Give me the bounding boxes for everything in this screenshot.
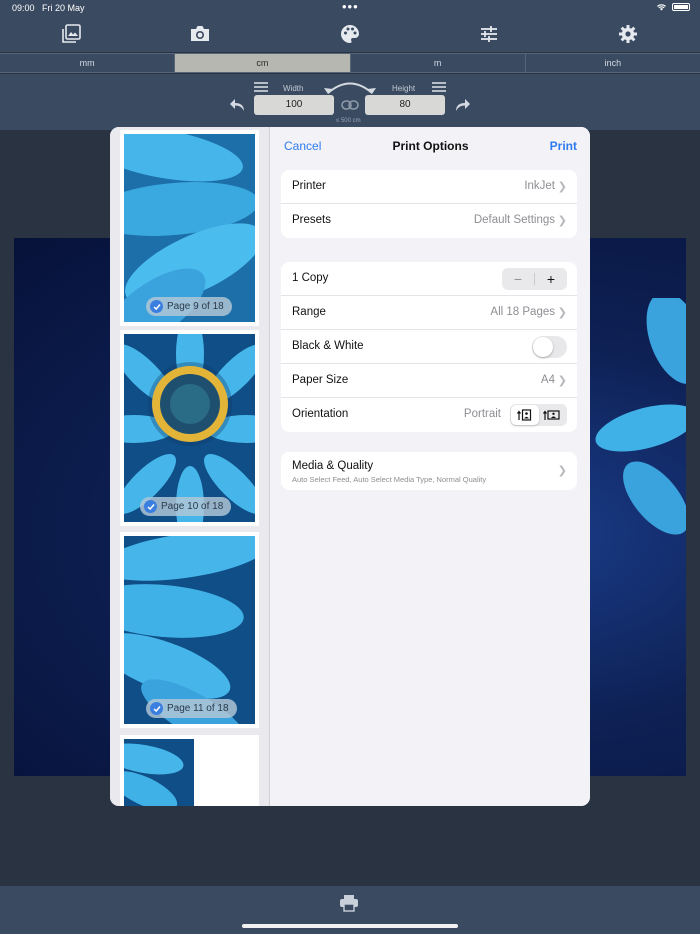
wifi-icon bbox=[657, 4, 666, 11]
range-row[interactable]: Range All 18 Pages ❯ bbox=[281, 296, 577, 330]
page-badge: Page 10 of 18 bbox=[140, 497, 232, 516]
decrement-button[interactable]: − bbox=[502, 268, 534, 290]
page-thumbnail[interactable]: Page 10 of 18 bbox=[120, 330, 259, 526]
page-badge: Page 11 of 18 bbox=[146, 699, 237, 718]
status-time: 09:00 bbox=[12, 3, 35, 13]
black-white-row: Black & White bbox=[281, 330, 577, 364]
checkmark-icon bbox=[150, 702, 163, 715]
black-white-toggle[interactable] bbox=[532, 336, 567, 358]
settings-group: 1 Copy − + Range All 18 Pages ❯ Black & … bbox=[281, 262, 577, 432]
dialog-nav-bar: Print Options Cancel Print bbox=[271, 127, 590, 165]
orientation-row: Orientation Portrait bbox=[281, 398, 577, 432]
height-field[interactable]: 80 bbox=[365, 95, 445, 115]
presets-row[interactable]: Presets Default Settings ❯ bbox=[281, 204, 577, 238]
status-bar: 09:00 Fri 20 May ••• bbox=[0, 0, 700, 16]
copies-label: 1 Copy bbox=[292, 272, 329, 284]
printer-icon[interactable] bbox=[339, 894, 359, 912]
top-toolbar bbox=[0, 16, 700, 52]
printer-group: Printer InkJet ❯ Presets Default Setting… bbox=[281, 170, 577, 238]
copies-stepper: − + bbox=[502, 268, 567, 290]
printer-label: Printer bbox=[292, 180, 326, 192]
chevron-right-icon: ❯ bbox=[557, 465, 567, 477]
printer-row[interactable]: Printer InkJet ❯ bbox=[281, 170, 577, 204]
range-label: Range bbox=[292, 306, 326, 318]
redo-icon[interactable] bbox=[453, 96, 471, 114]
checkmark-icon bbox=[150, 300, 163, 313]
width-field[interactable]: 100 bbox=[254, 95, 334, 115]
gear-icon[interactable] bbox=[616, 22, 640, 46]
flower-petals-image bbox=[595, 298, 686, 535]
print-button[interactable]: Print bbox=[550, 139, 577, 153]
media-group: Media & Quality Auto Select Feed, Auto S… bbox=[281, 452, 577, 490]
page-10-image: Page 10 of 18 bbox=[124, 334, 255, 522]
portrait-icon[interactable] bbox=[511, 405, 539, 425]
chevron-right-icon: ❯ bbox=[557, 181, 567, 193]
unit-mm[interactable]: mm bbox=[0, 54, 176, 72]
width-menu-icon[interactable] bbox=[254, 82, 268, 92]
unit-cm[interactable]: cm bbox=[175, 54, 351, 72]
page-label: Page 11 of 18 bbox=[167, 703, 229, 714]
presets-label: Presets bbox=[292, 214, 331, 226]
page-label: Page 10 of 18 bbox=[161, 501, 224, 512]
page-12-image bbox=[110, 739, 194, 806]
page-thumbnail[interactable]: Page 11 of 18 bbox=[120, 532, 259, 728]
sliders-icon[interactable] bbox=[477, 22, 501, 46]
chevron-right-icon: ❯ bbox=[557, 375, 567, 387]
media-quality-row[interactable]: Media & Quality Auto Select Feed, Auto S… bbox=[281, 452, 577, 490]
max-size-note: ≤ 500 cm bbox=[336, 118, 361, 124]
page-9-image: Page 9 of 18 bbox=[124, 134, 255, 322]
height-label: Height bbox=[392, 84, 416, 93]
unit-segmented-control: mm cm m inch bbox=[0, 53, 700, 73]
page-11-image: Page 11 of 18 bbox=[124, 536, 255, 724]
media-quality-subtitle: Auto Select Feed, Auto Select Media Type… bbox=[292, 475, 487, 484]
orientation-label: Orientation bbox=[292, 408, 349, 420]
width-label: Width bbox=[283, 84, 304, 93]
checkmark-icon bbox=[144, 500, 157, 513]
page-thumbnail[interactable]: Page 9 of 18 bbox=[120, 130, 259, 326]
presets-value: Default Settings bbox=[473, 214, 555, 226]
chevron-right-icon: ❯ bbox=[557, 307, 567, 319]
paper-size-value: A4 bbox=[540, 374, 555, 386]
copies-row: 1 Copy − + bbox=[281, 262, 577, 296]
unit-inch[interactable]: inch bbox=[526, 54, 700, 72]
paper-size-row[interactable]: Paper Size A4 ❯ bbox=[281, 364, 577, 398]
orientation-control bbox=[510, 404, 567, 426]
black-white-label: Black & White bbox=[292, 340, 364, 352]
media-quality-label: Media & Quality bbox=[292, 460, 374, 472]
camera-icon[interactable] bbox=[188, 22, 212, 46]
print-options-panel: Print Options Cancel Print Printer InkJe… bbox=[271, 127, 590, 806]
landscape-icon[interactable] bbox=[539, 405, 567, 425]
increment-button[interactable]: + bbox=[535, 268, 567, 290]
cancel-button[interactable]: Cancel bbox=[284, 139, 321, 153]
print-options-dialog: Page 9 of 18 Page 10 of 18 Page 11 of 18… bbox=[110, 127, 590, 806]
height-menu-icon[interactable] bbox=[432, 82, 446, 92]
page-label: Page 9 of 18 bbox=[167, 301, 224, 312]
undo-icon[interactable] bbox=[229, 96, 247, 114]
palette-icon[interactable] bbox=[338, 22, 362, 46]
gallery-icon[interactable] bbox=[59, 22, 83, 46]
chevron-right-icon: ❯ bbox=[557, 215, 567, 227]
size-controls: Width 100 Height 80 ≤ 500 cm bbox=[0, 74, 700, 130]
link-icon[interactable] bbox=[341, 99, 359, 111]
paper-size-label: Paper Size bbox=[292, 374, 349, 386]
range-value: All 18 Pages bbox=[490, 306, 555, 318]
unit-m[interactable]: m bbox=[351, 54, 526, 72]
page-badge: Page 9 of 18 bbox=[146, 297, 232, 316]
printer-value: InkJet bbox=[524, 180, 555, 192]
page-thumbnail[interactable] bbox=[110, 735, 259, 806]
battery-icon bbox=[672, 3, 690, 11]
home-indicator[interactable] bbox=[242, 924, 458, 928]
orientation-value: Portrait bbox=[463, 408, 501, 420]
multitasking-dots[interactable]: ••• bbox=[342, 0, 359, 14]
swap-arrows-icon[interactable] bbox=[322, 78, 378, 96]
status-date: Fri 20 May bbox=[42, 3, 85, 13]
page-thumbnails[interactable]: Page 9 of 18 Page 10 of 18 Page 11 of 18 bbox=[110, 127, 270, 806]
